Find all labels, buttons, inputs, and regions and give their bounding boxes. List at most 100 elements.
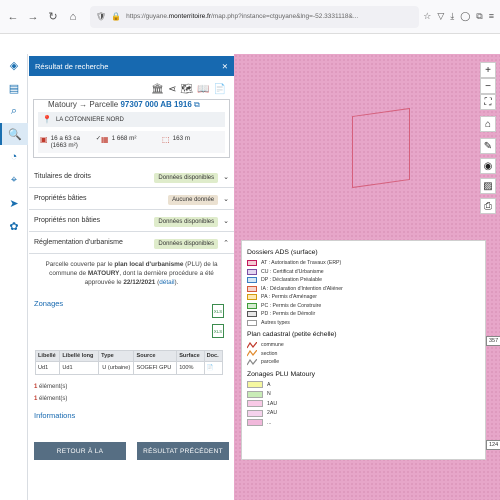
stat-area-text: 16 a 63 ca (1663 m²) <box>50 135 80 149</box>
map-legend: Dossiers ADS (surface) AT : Autorisation… <box>241 240 486 460</box>
home-icon[interactable]: ⌂ <box>66 10 80 24</box>
status-badge: Données disponibles <box>154 216 219 227</box>
stat-perimeter-text: 163 m <box>172 135 191 142</box>
home-view-icon[interactable]: ⌂ <box>480 116 496 132</box>
chevron-up-icon[interactable]: ⌃ <box>223 240 229 247</box>
copy-icon[interactable]: ⧉ <box>194 100 200 109</box>
document-icon[interactable]: 📄 <box>203 361 224 375</box>
stat-perimeter: ⬚ 163 m <box>162 135 223 149</box>
share-icon[interactable]: ⋖ <box>168 84 176 95</box>
close-icon[interactable]: ✕ <box>222 62 228 71</box>
legend-ads-title: Dossiers ADS (surface) <box>247 249 318 256</box>
previous-result-button[interactable]: RÉSULTAT PRÉCÉDENT <box>137 442 229 460</box>
map-pin-icon[interactable]: ⌖ <box>0 169 28 191</box>
url-bar[interactable]: 🛡 🔒 https://guyane. monterritoire.fr/map.… <box>90 5 420 28</box>
legend-swatch <box>247 277 257 284</box>
chevron-down-icon[interactable]: ⌄ <box>223 196 229 203</box>
legend-swatch <box>247 400 263 408</box>
accordion-label: Propriétés non bâties <box>34 217 101 224</box>
extensions-icon[interactable]: ⧉ <box>476 11 482 22</box>
territory-icon[interactable]: ✿ <box>0 215 28 237</box>
pie-chart-icon[interactable]: ◔ <box>0 146 28 168</box>
accordion-label: Propriétés bâties <box>34 195 87 202</box>
legend-label: IA : Déclaration d'Intention d'Aliéner <box>261 285 343 292</box>
draw-icon[interactable]: ✎ <box>480 138 496 154</box>
back-icon[interactable]: ← <box>6 10 20 24</box>
accordion-label: Titulaires de droits <box>34 173 91 180</box>
legend-swatch <box>247 409 263 417</box>
address-row: 📍 LA COTONNIERE NORD <box>38 112 225 127</box>
document-icon[interactable]: ▤ <box>0 77 28 99</box>
table-header-row: Libellé Libellé long Type Source Surface… <box>34 350 224 362</box>
element-count: 1 élément(s) <box>29 393 234 405</box>
search-result-panel: Résultat de recherche ✕ 🏛 ⋖ 🗺 📖 📄 📍 LA C… <box>29 56 234 466</box>
lock-icon: 🔒 <box>111 12 122 21</box>
legend-item: commune <box>247 341 480 350</box>
accordion-proprietes-non-baties[interactable]: Propriétés non bâties Données disponible… <box>29 210 234 232</box>
legend-label: ... <box>267 419 272 426</box>
zonages-table: Libellé Libellé long Type Source Surface… <box>34 350 224 375</box>
fullscreen-icon[interactable]: ⛶ <box>480 94 496 110</box>
building-icon[interactable]: 🏛 <box>151 84 164 95</box>
chevron-down-icon[interactable]: ⌄ <box>223 174 229 181</box>
building-area-icon: ▦ <box>101 135 109 144</box>
col-header: Source <box>133 350 178 362</box>
legend-item: Autres types <box>247 319 480 328</box>
legend-swatch <box>247 311 257 318</box>
accordion-urbanisme[interactable]: Réglementation d'urbanisme Données dispo… <box>29 232 234 254</box>
legend-cadastre-title: Plan cadastral (petite échelle) <box>247 331 337 338</box>
informations-title[interactable]: Informations <box>29 409 234 422</box>
chart-icon[interactable]: ▨ <box>480 178 496 194</box>
legend-item: parcelle <box>247 358 480 367</box>
forward-icon[interactable]: → <box>26 10 40 24</box>
map-parcel-outline <box>352 107 410 189</box>
pocket-icon[interactable]: ▽ <box>437 11 444 22</box>
legend-label: 2AU <box>267 410 278 417</box>
parcel-title: Matoury → Parcelle 97307 000 AB 1916 ⧉ <box>46 100 202 110</box>
chevron-down-icon[interactable]: ⌄ <box>223 218 229 225</box>
zoom-in-button[interactable]: + <box>480 62 496 78</box>
accordion-titulaires[interactable]: Titulaires de droits Données disponibles… <box>29 166 234 188</box>
tool-rail: ◈ ▤ ⌕ 🔍 ◔ ⌖ ➤ ✿ <box>0 54 28 500</box>
legend-label: N <box>267 391 271 398</box>
count-text: élément(s) <box>37 384 68 390</box>
element-count: 1 élément(s) <box>29 381 234 393</box>
compass-icon[interactable]: ➤ <box>0 192 28 214</box>
area-icon: ▣ <box>40 135 48 144</box>
xls-export-icon[interactable]: XLS <box>212 324 224 338</box>
legend-plu-title: Zonages PLU Matoury <box>247 370 316 378</box>
map-icon[interactable]: 🗺 <box>180 84 193 95</box>
legend-item: PD : Permis de Démolir <box>247 310 480 319</box>
legend-item: 1AU <box>247 400 480 409</box>
locate-icon[interactable]: ◉ <box>480 158 496 174</box>
legend-swatch <box>247 419 263 427</box>
status-badge: Données disponibles <box>154 172 219 183</box>
bookmark-icon[interactable]: ☆ <box>423 11 431 22</box>
account-icon[interactable]: ◯ <box>460 11 470 22</box>
layers-icon[interactable]: ◈ <box>0 54 28 76</box>
accordion-proprietes-baties[interactable]: Propriétés bâties Aucune donnée ⌄ <box>29 188 234 210</box>
reload-icon[interactable]: ↻ <box>46 10 60 24</box>
accordion-label: Réglementation d'urbanisme <box>34 239 123 246</box>
stat-built: ▦ 1 668 m² <box>101 135 162 149</box>
xls-export-icon[interactable]: XLS <box>212 304 224 318</box>
search-results-icon[interactable]: 🔍 <box>0 123 28 145</box>
menu-icon[interactable]: ≡ <box>489 11 494 22</box>
folder-search-icon[interactable]: ⌕ <box>0 100 28 122</box>
legend-item: CU : Certificat d'Urbanisme <box>247 268 480 277</box>
book-icon[interactable]: 📖 <box>197 84 209 95</box>
table-cell: Ud1 <box>34 361 61 375</box>
back-to-list-button[interactable]: RETOUR À LA <box>34 442 126 460</box>
download-icon[interactable]: ⤓ <box>450 11 454 22</box>
pdf-icon[interactable]: 📄 <box>214 84 226 95</box>
legend-item: 2AU <box>247 409 480 418</box>
col-header: Doc. <box>203 350 224 362</box>
zoom-out-button[interactable]: − <box>480 78 496 94</box>
legend-label: PA : Permis d'Aménager <box>261 294 317 301</box>
legend-label: parcelle <box>261 359 280 366</box>
detail-link[interactable]: détail <box>159 279 174 286</box>
legend-label: A <box>267 381 271 388</box>
print-icon[interactable]: ⎙ <box>480 198 496 214</box>
browser-toolbar: ← → ↻ ⌂ 🛡 🔒 https://guyane. monterritoire… <box>0 0 500 34</box>
url-domain: monterritoire.fr <box>168 13 212 20</box>
